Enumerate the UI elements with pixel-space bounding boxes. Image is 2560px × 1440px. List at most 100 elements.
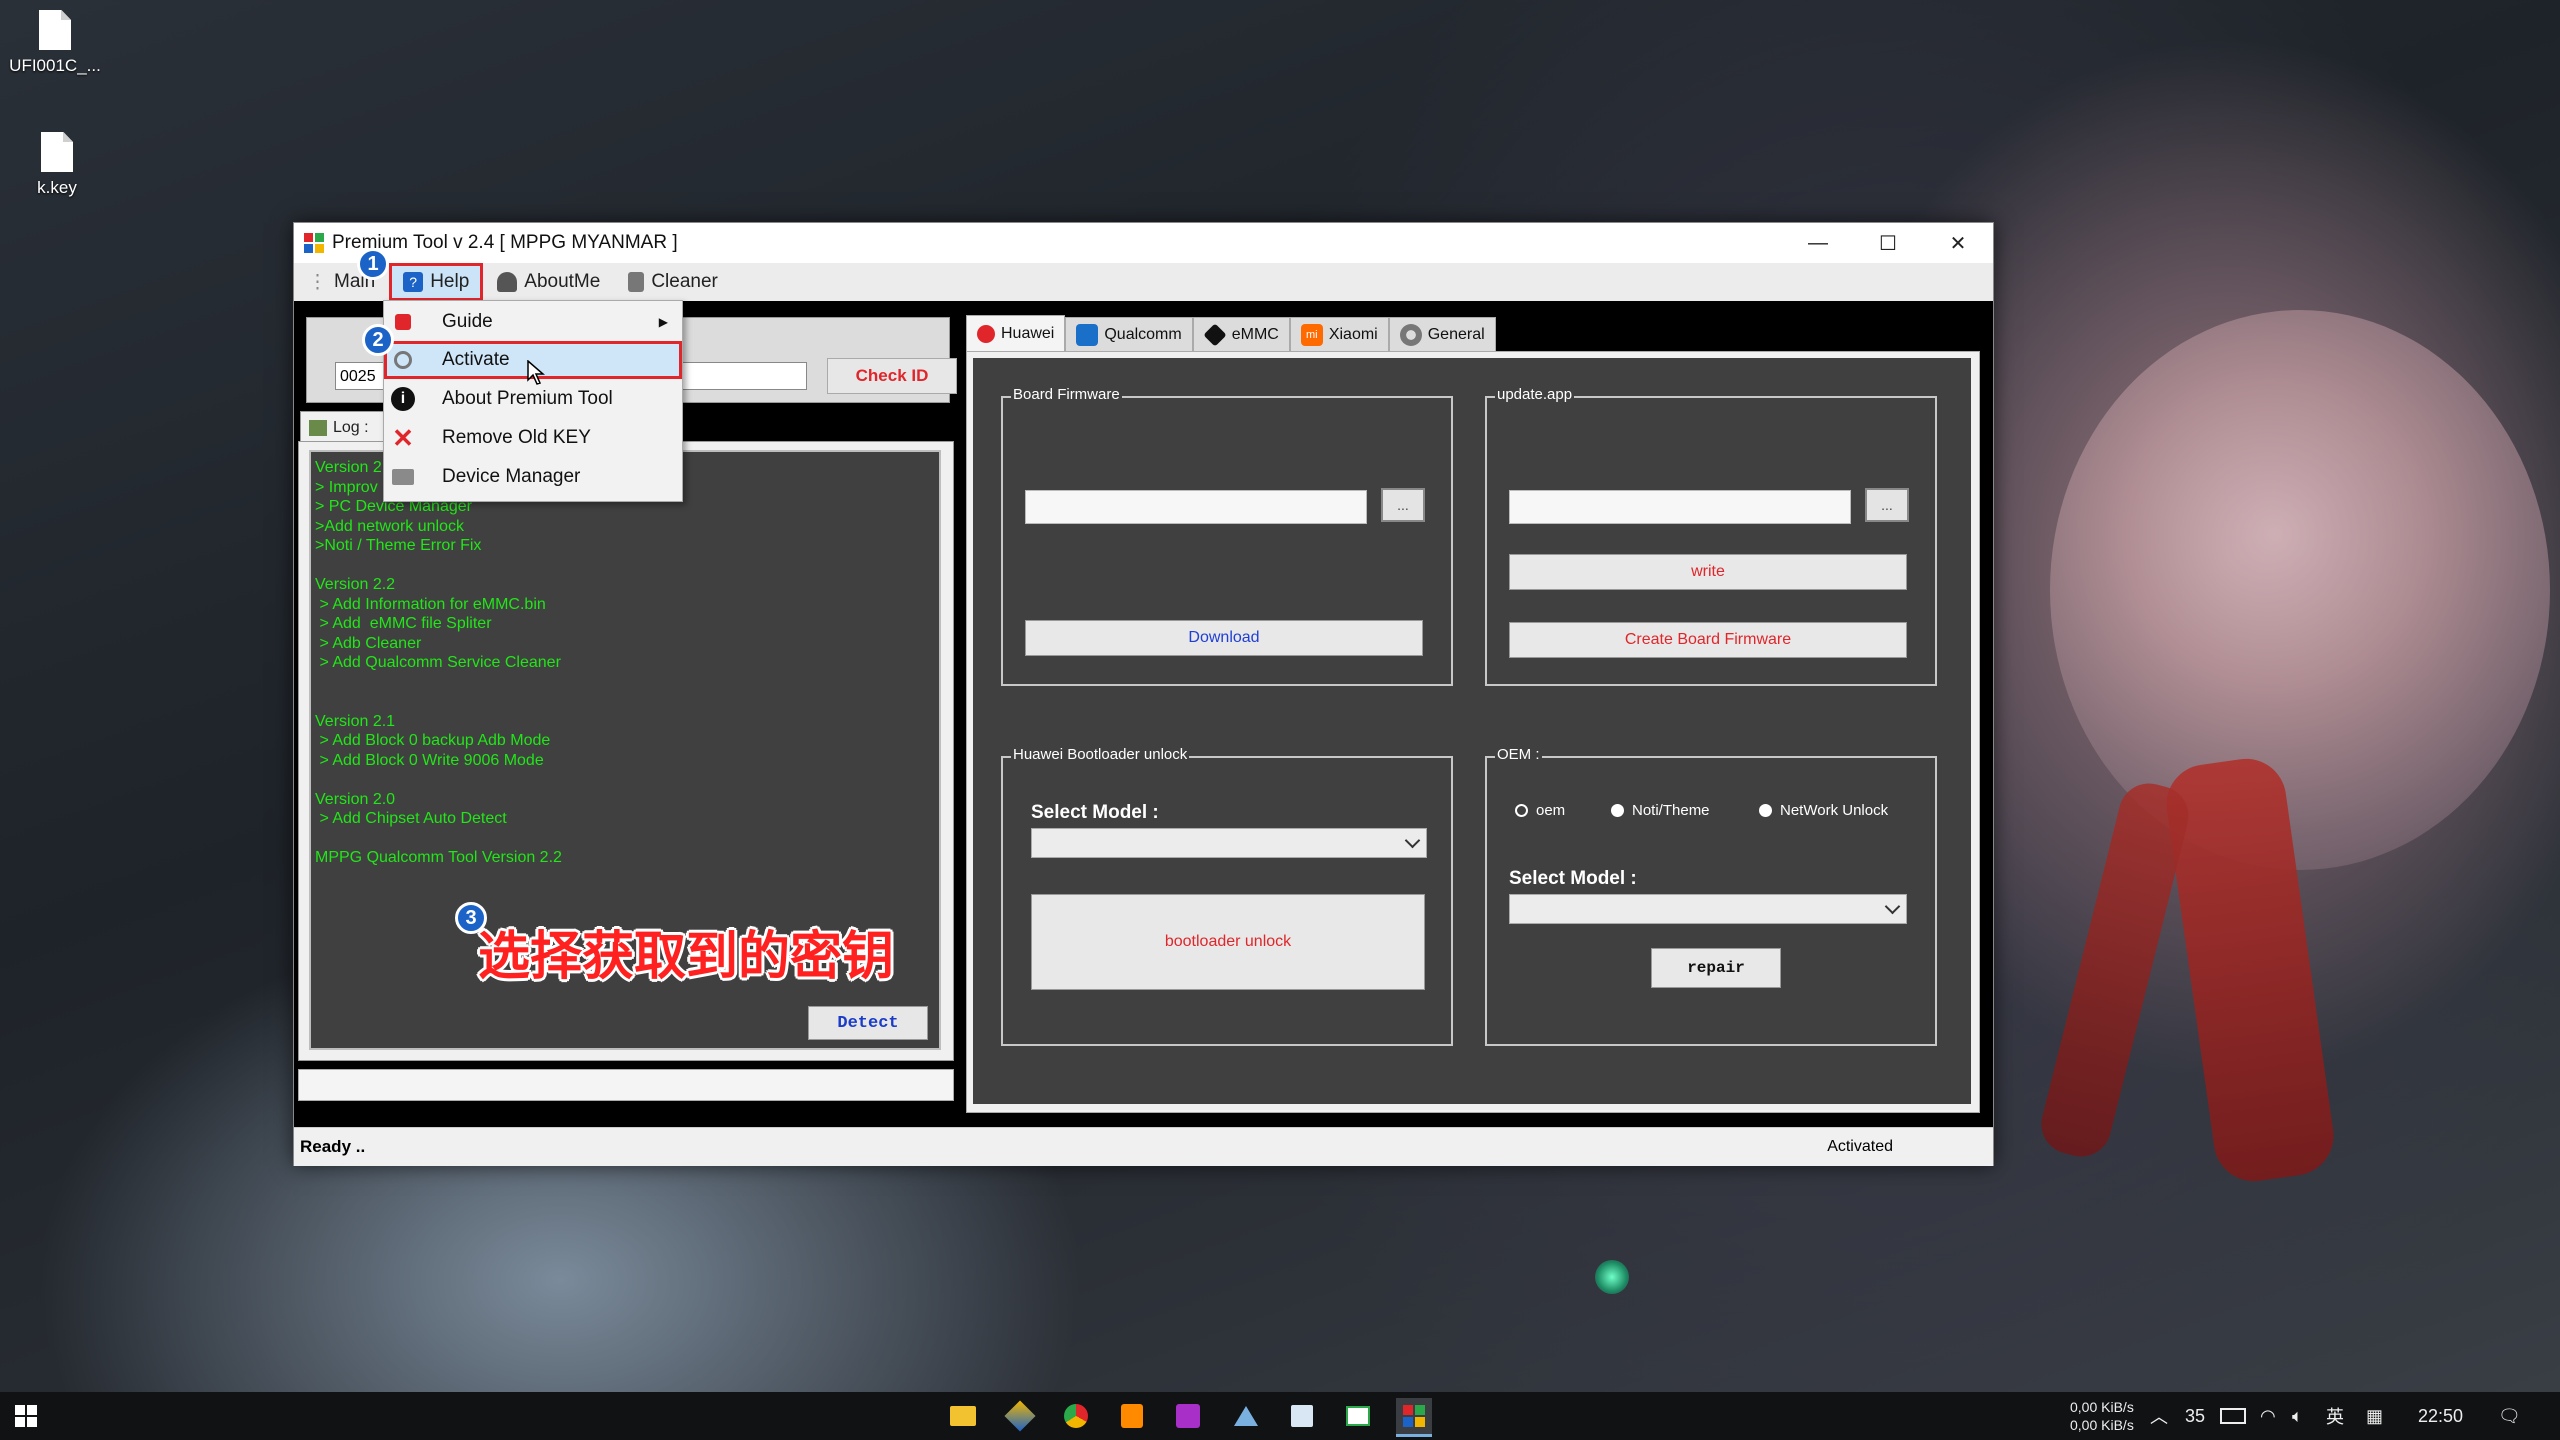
update-app-browse-button[interactable]: ... — [1865, 488, 1909, 522]
board-firmware-browse-button[interactable]: ... — [1381, 488, 1425, 522]
title-bar[interactable]: Premium Tool v 2.4 [ MPPG MYANMAR ] — ☐ … — [294, 223, 1993, 263]
taskbar-browser[interactable] — [1058, 1398, 1094, 1434]
huawei-panel: Board Firmware ... Download update.app .… — [973, 358, 1971, 1104]
book-icon — [390, 309, 416, 335]
log-line: > Add Information for eMMC.bin — [315, 595, 546, 613]
oem-model-select[interactable] — [1509, 894, 1907, 924]
bootloader-model-select[interactable] — [1031, 828, 1427, 858]
taskbar-ufi[interactable] — [1170, 1398, 1206, 1434]
taskbar-premium-tool[interactable] — [1396, 1398, 1432, 1437]
taskbar-app-8[interactable] — [1340, 1398, 1376, 1434]
menu-item-guide-label: Guide — [442, 311, 493, 332]
board-firmware-group: Board Firmware ... Download — [1001, 386, 1453, 686]
chip-icon — [1203, 322, 1227, 347]
update-app-group: update.app ... write Create Board Firmwa… — [1485, 386, 1937, 686]
menu-aboutme[interactable]: AboutMe — [483, 263, 614, 301]
taskbar-app-2[interactable] — [1002, 1398, 1038, 1434]
editor-icon — [1121, 1404, 1143, 1428]
create-board-firmware-button[interactable]: Create Board Firmware — [1509, 622, 1907, 658]
board-firmware-path-field[interactable] — [1025, 490, 1367, 524]
wallpaper-glow — [1595, 1260, 1629, 1294]
menu-cleaner-label: Cleaner — [651, 271, 718, 292]
temperature-readout: 35 — [2185, 1405, 2206, 1426]
document-icon — [1291, 1405, 1313, 1427]
repair-button[interactable]: repair — [1651, 948, 1781, 988]
log-tab-label: Log : — [333, 418, 369, 436]
bootloader-unlock-group: Huawei Bootloader unlock Select Model : … — [1001, 746, 1453, 1046]
taskbar-sublime[interactable] — [1114, 1398, 1150, 1434]
tab-xiaomi[interactable]: mi Xiaomi — [1289, 317, 1389, 351]
wifi-icon[interactable]: ◠ — [2260, 1398, 2276, 1434]
volume-icon[interactable]: 🔈︎ — [2292, 1398, 2303, 1434]
close-button[interactable]: ✕ — [1923, 223, 1993, 263]
menu-item-remove-key[interactable]: ✕ Remove Old KEY — [384, 419, 682, 457]
radio-oem[interactable]: oem — [1515, 802, 1565, 819]
menu-cleaner[interactable]: Cleaner — [614, 263, 732, 301]
xiaomi-icon: mi — [1300, 323, 1323, 346]
start-button[interactable] — [8, 1398, 44, 1434]
mountain-icon — [1234, 1406, 1258, 1426]
detect-button[interactable]: Detect — [808, 1006, 928, 1040]
radio-noti-theme[interactable]: Noti/Theme — [1611, 802, 1710, 819]
minimize-button[interactable]: — — [1783, 223, 1853, 263]
taskbar-app-6[interactable] — [1228, 1398, 1264, 1434]
keyboard-grid-icon[interactable]: ▦ — [2366, 1398, 2383, 1434]
desktop-file-ufi[interactable]: UFI001C_... — [0, 10, 110, 76]
taskbar-file-explorer[interactable] — [945, 1398, 981, 1434]
menu-item-activate-label: Activate — [442, 349, 510, 370]
check-id-button[interactable]: Check ID — [827, 358, 957, 394]
window-title: Premium Tool v 2.4 [ MPPG MYANMAR ] — [332, 232, 678, 253]
download-button[interactable]: Download — [1025, 620, 1423, 656]
battery-icon[interactable] — [2220, 1398, 2246, 1434]
huawei-tab-pane: Board Firmware ... Download update.app .… — [966, 351, 1980, 1113]
tab-general[interactable]: General — [1388, 317, 1496, 351]
bootloader-select-model-label: Select Model : — [1031, 802, 1159, 823]
write-button[interactable]: write — [1509, 554, 1907, 590]
taskbar-app-7[interactable] — [1284, 1398, 1320, 1434]
tray-chevron-icon[interactable]: ︿ — [2150, 1398, 2168, 1434]
file-icon — [41, 132, 73, 172]
premium-tool-icon — [1403, 1405, 1425, 1427]
update-app-path-field[interactable] — [1509, 490, 1851, 524]
desktop-file-kkey[interactable]: k.key — [2, 132, 112, 198]
menu-aboutme-label: AboutMe — [524, 271, 601, 292]
submenu-arrow-icon: ▶ — [658, 315, 668, 329]
windows-icon — [15, 1405, 37, 1427]
radio-oem-label: oem — [1536, 802, 1566, 819]
maximize-button[interactable]: ☐ — [1853, 223, 1923, 263]
tab-qualcomm-label: Qualcomm — [1104, 325, 1182, 343]
log-tab[interactable]: Log : — [300, 411, 390, 443]
trash-icon — [628, 272, 645, 292]
menu-item-guide[interactable]: Guide ▶ — [384, 303, 682, 341]
tab-huawei-label: Huawei — [1001, 325, 1055, 342]
menu-help[interactable]: ? Help — [389, 263, 484, 301]
menu-bar: ⋮ Main ? Help AboutMe Cleaner — [294, 263, 1993, 302]
tab-huawei[interactable]: Huawei — [966, 315, 1066, 352]
grip-icon: ⋮ — [308, 271, 327, 293]
radio-circle — [1515, 804, 1528, 817]
clock[interactable]: 22:50 — [2418, 1398, 2463, 1434]
tab-qualcomm[interactable]: Qualcomm — [1065, 317, 1193, 351]
board-firmware-title: Board Firmware — [1011, 386, 1122, 403]
menu-item-device-manager[interactable]: Device Manager — [384, 458, 682, 496]
oem-select-model-label: Select Model : — [1509, 868, 1637, 889]
status-bar: Ready .. Activated — [294, 1127, 1993, 1166]
step-badge-3: 3 — [455, 902, 487, 934]
tab-emmc[interactable]: eMMC — [1192, 317, 1290, 351]
app-icon — [304, 233, 324, 253]
radio-network-unlock[interactable]: NetWork Unlock — [1759, 802, 1888, 819]
gear-icon — [1399, 323, 1422, 346]
bootloader-unlock-button[interactable]: bootloader unlock — [1031, 894, 1425, 990]
file-icon — [39, 10, 71, 50]
log-line: Version 2.2 — [315, 576, 396, 593]
log-line: > Add Block 0 Write 9006 Mode — [315, 751, 544, 769]
ime-indicator[interactable]: 英 — [2326, 1398, 2344, 1434]
notification-icon[interactable]: 🗨︎ — [2498, 1398, 2521, 1434]
oem-title: OEM : — [1495, 746, 1542, 763]
device-manager-icon — [390, 464, 416, 490]
